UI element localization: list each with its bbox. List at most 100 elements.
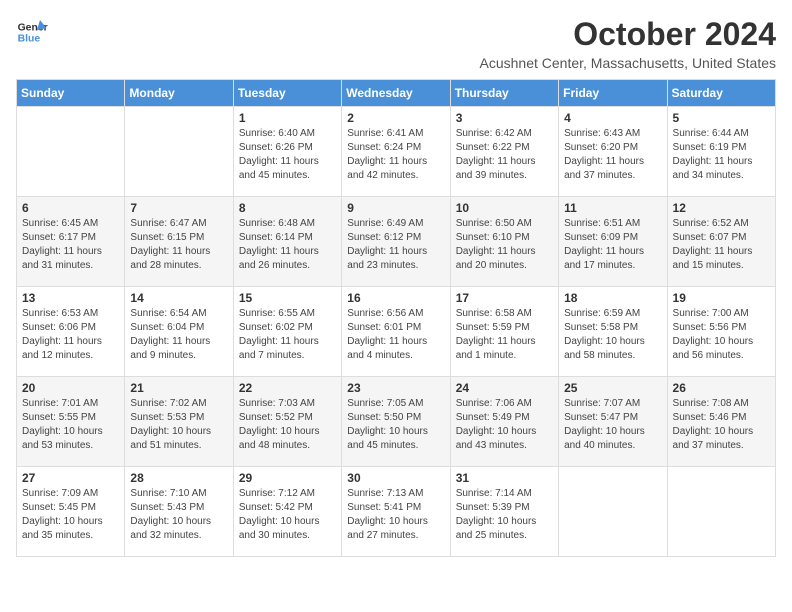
calendar-cell: 31 Sunrise: 7:14 AM Sunset: 5:39 PM Dayli… <box>450 467 558 557</box>
day-number: 18 <box>564 291 661 305</box>
calendar-cell: 17 Sunrise: 6:58 AM Sunset: 5:59 PM Dayli… <box>450 287 558 377</box>
logo-icon: General Blue <box>16 16 48 48</box>
calendar-cell: 20 Sunrise: 7:01 AM Sunset: 5:55 PM Dayli… <box>17 377 125 467</box>
day-number: 6 <box>22 201 119 215</box>
dow-monday: Monday <box>125 80 233 107</box>
day-info: Sunrise: 7:10 AM Sunset: 5:43 PM Dayligh… <box>130 487 227 543</box>
day-info: Sunrise: 7:02 AM Sunset: 5:53 PM Dayligh… <box>130 397 227 453</box>
day-number: 28 <box>130 471 227 485</box>
day-info: Sunrise: 6:45 AM Sunset: 6:17 PM Dayligh… <box>22 217 119 273</box>
calendar-cell: 22Sunrise: 7:03 AM Sunset: 5:52 PM Dayli… <box>233 377 341 467</box>
calendar-cell: 27 Sunrise: 7:09 AM Sunset: 5:45 PM Dayli… <box>17 467 125 557</box>
calendar-cell: 1Sunrise: 6:40 AM Sunset: 6:26 PM Daylig… <box>233 107 341 197</box>
day-number: 31 <box>456 471 553 485</box>
day-info: Sunrise: 6:41 AM Sunset: 6:24 PM Dayligh… <box>347 127 444 183</box>
day-number: 1 <box>239 111 336 125</box>
calendar-cell: 21 Sunrise: 7:02 AM Sunset: 5:53 PM Dayli… <box>125 377 233 467</box>
calendar-cell: 19Sunrise: 7:00 AM Sunset: 5:56 PM Dayli… <box>667 287 775 377</box>
calendar-cell: 14 Sunrise: 6:54 AM Sunset: 6:04 PM Dayli… <box>125 287 233 377</box>
day-info: Sunrise: 6:54 AM Sunset: 6:04 PM Dayligh… <box>130 307 227 363</box>
calendar-cell: 15 Sunrise: 6:55 AM Sunset: 6:02 PM Dayli… <box>233 287 341 377</box>
location-subtitle: Acushnet Center, Massachusetts, United S… <box>480 55 777 71</box>
day-number: 7 <box>130 201 227 215</box>
day-info: Sunrise: 7:12 AM Sunset: 5:42 PM Dayligh… <box>239 487 336 543</box>
calendar-cell: 24Sunrise: 7:06 AM Sunset: 5:49 PM Dayli… <box>450 377 558 467</box>
calendar-cell: 12 Sunrise: 6:52 AM Sunset: 6:07 PM Dayli… <box>667 197 775 287</box>
calendar-cell: 11 Sunrise: 6:51 AM Sunset: 6:09 PM Dayli… <box>559 197 667 287</box>
day-number: 12 <box>673 201 770 215</box>
day-number: 20 <box>22 381 119 395</box>
day-number: 14 <box>130 291 227 305</box>
day-number: 8 <box>239 201 336 215</box>
calendar-cell: 4 Sunrise: 6:43 AM Sunset: 6:20 PM Daylig… <box>559 107 667 197</box>
day-info: Sunrise: 6:47 AM Sunset: 6:15 PM Dayligh… <box>130 217 227 273</box>
day-number: 15 <box>239 291 336 305</box>
calendar-cell: 7 Sunrise: 6:47 AM Sunset: 6:15 PM Daylig… <box>125 197 233 287</box>
day-number: 3 <box>456 111 553 125</box>
day-number: 23 <box>347 381 444 395</box>
page-header: General Blue October 2024 Acushnet Cente… <box>16 16 776 71</box>
logo: General Blue <box>16 16 48 48</box>
day-number: 29 <box>239 471 336 485</box>
calendar-cell: 16 Sunrise: 6:56 AM Sunset: 6:01 PM Dayli… <box>342 287 450 377</box>
calendar-cell <box>667 467 775 557</box>
day-info: Sunrise: 7:00 AM Sunset: 5:56 PM Dayligh… <box>673 307 770 363</box>
day-info: Sunrise: 6:58 AM Sunset: 5:59 PM Dayligh… <box>456 307 553 363</box>
day-number: 27 <box>22 471 119 485</box>
calendar-cell: 25 Sunrise: 7:07 AM Sunset: 5:47 PM Dayli… <box>559 377 667 467</box>
month-title: October 2024 <box>480 16 777 53</box>
day-info: Sunrise: 6:59 AM Sunset: 5:58 PM Dayligh… <box>564 307 661 363</box>
day-info: Sunrise: 7:14 AM Sunset: 5:39 PM Dayligh… <box>456 487 553 543</box>
calendar-table: SundayMondayTuesdayWednesdayThursdayFrid… <box>16 79 776 557</box>
day-info: Sunrise: 6:55 AM Sunset: 6:02 PM Dayligh… <box>239 307 336 363</box>
day-number: 5 <box>673 111 770 125</box>
day-info: Sunrise: 7:13 AM Sunset: 5:41 PM Dayligh… <box>347 487 444 543</box>
day-number: 25 <box>564 381 661 395</box>
calendar-cell: 6 Sunrise: 6:45 AM Sunset: 6:17 PM Daylig… <box>17 197 125 287</box>
day-info: Sunrise: 7:01 AM Sunset: 5:55 PM Dayligh… <box>22 397 119 453</box>
day-info: Sunrise: 6:50 AM Sunset: 6:10 PM Dayligh… <box>456 217 553 273</box>
day-number: 17 <box>456 291 553 305</box>
day-number: 21 <box>130 381 227 395</box>
calendar-cell: 23 Sunrise: 7:05 AM Sunset: 5:50 PM Dayli… <box>342 377 450 467</box>
dow-tuesday: Tuesday <box>233 80 341 107</box>
day-info: Sunrise: 6:43 AM Sunset: 6:20 PM Dayligh… <box>564 127 661 183</box>
day-info: Sunrise: 7:08 AM Sunset: 5:46 PM Dayligh… <box>673 397 770 453</box>
day-number: 13 <box>22 291 119 305</box>
calendar-cell: 5 Sunrise: 6:44 AM Sunset: 6:19 PM Daylig… <box>667 107 775 197</box>
day-number: 30 <box>347 471 444 485</box>
dow-sunday: Sunday <box>17 80 125 107</box>
day-info: Sunrise: 7:06 AM Sunset: 5:49 PM Dayligh… <box>456 397 553 453</box>
calendar-cell: 28 Sunrise: 7:10 AM Sunset: 5:43 PM Dayli… <box>125 467 233 557</box>
day-info: Sunrise: 7:07 AM Sunset: 5:47 PM Dayligh… <box>564 397 661 453</box>
day-info: Sunrise: 7:05 AM Sunset: 5:50 PM Dayligh… <box>347 397 444 453</box>
day-number: 22 <box>239 381 336 395</box>
day-info: Sunrise: 6:42 AM Sunset: 6:22 PM Dayligh… <box>456 127 553 183</box>
calendar-cell: 26Sunrise: 7:08 AM Sunset: 5:46 PM Dayli… <box>667 377 775 467</box>
calendar-cell <box>559 467 667 557</box>
day-info: Sunrise: 6:49 AM Sunset: 6:12 PM Dayligh… <box>347 217 444 273</box>
day-number: 4 <box>564 111 661 125</box>
day-info: Sunrise: 7:09 AM Sunset: 5:45 PM Dayligh… <box>22 487 119 543</box>
day-number: 10 <box>456 201 553 215</box>
day-number: 9 <box>347 201 444 215</box>
dow-saturday: Saturday <box>667 80 775 107</box>
calendar-cell: 10 Sunrise: 6:50 AM Sunset: 6:10 PM Dayli… <box>450 197 558 287</box>
day-info: Sunrise: 6:53 AM Sunset: 6:06 PM Dayligh… <box>22 307 119 363</box>
dow-thursday: Thursday <box>450 80 558 107</box>
calendar-cell: 3 Sunrise: 6:42 AM Sunset: 6:22 PM Daylig… <box>450 107 558 197</box>
day-info: Sunrise: 6:44 AM Sunset: 6:19 PM Dayligh… <box>673 127 770 183</box>
calendar-cell: 13 Sunrise: 6:53 AM Sunset: 6:06 PM Dayli… <box>17 287 125 377</box>
calendar-cell <box>125 107 233 197</box>
day-number: 16 <box>347 291 444 305</box>
day-info: Sunrise: 6:52 AM Sunset: 6:07 PM Dayligh… <box>673 217 770 273</box>
day-number: 11 <box>564 201 661 215</box>
svg-text:Blue: Blue <box>18 34 41 45</box>
day-info: Sunrise: 6:51 AM Sunset: 6:09 PM Dayligh… <box>564 217 661 273</box>
calendar-cell: 29 Sunrise: 7:12 AM Sunset: 5:42 PM Dayli… <box>233 467 341 557</box>
dow-wednesday: Wednesday <box>342 80 450 107</box>
day-info: Sunrise: 6:56 AM Sunset: 6:01 PM Dayligh… <box>347 307 444 363</box>
day-number: 2 <box>347 111 444 125</box>
dow-friday: Friday <box>559 80 667 107</box>
calendar-cell: 18 Sunrise: 6:59 AM Sunset: 5:58 PM Dayli… <box>559 287 667 377</box>
